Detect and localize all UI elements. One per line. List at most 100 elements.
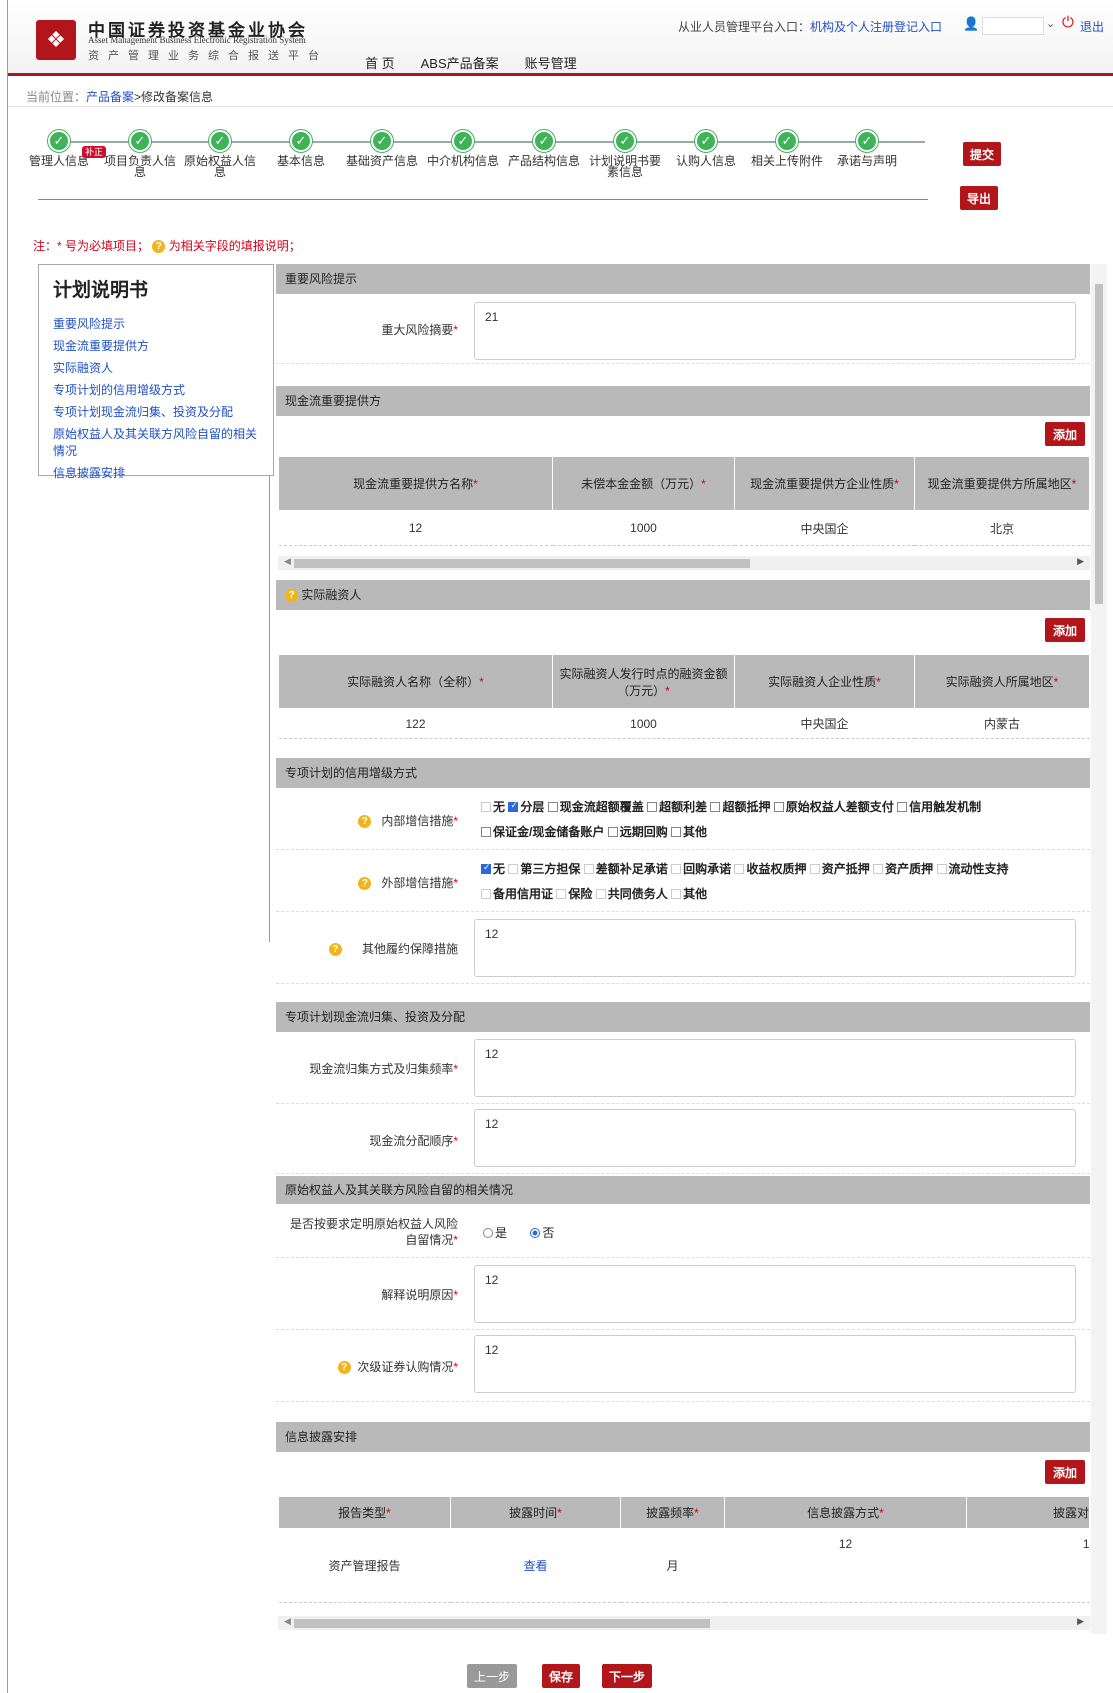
field-label: 是否按要求定明原始权益人风险 自留情况* bbox=[289, 1217, 458, 1247]
user-icon: 👤 bbox=[963, 16, 980, 31]
checkbox[interactable] bbox=[595, 889, 606, 899]
internal-credit-checkboxes: 无 分层 现金流超额覆盖 超额利差 超额抵押 原始权益人差额支付 信用触发机制 bbox=[481, 798, 981, 815]
table-cell: 内蒙古 bbox=[914, 708, 1090, 739]
checkbox[interactable] bbox=[897, 802, 908, 812]
next-button[interactable]: 下一步 bbox=[602, 1664, 652, 1688]
step-label: 承诺与声明 bbox=[836, 154, 897, 168]
help-icon[interactable]: ? bbox=[285, 589, 298, 603]
other-guarantee-input[interactable]: 12 bbox=[474, 919, 1076, 977]
toc-item-cashflow[interactable]: 现金流重要提供方 bbox=[53, 338, 259, 355]
top-entry: 从业人员管理平台入口：机构及个人注册登记入口 bbox=[678, 18, 942, 35]
checkbox[interactable] bbox=[671, 864, 682, 874]
table-row[interactable]: 资产管理报告 查看 月 12 1 bbox=[278, 1528, 1090, 1603]
add-cashflow-button[interactable]: 添加 bbox=[1045, 422, 1085, 446]
step-item[interactable]: ✓ 计划说明书要素信息 bbox=[585, 130, 665, 178]
checkbox[interactable] bbox=[607, 827, 618, 837]
checkbox[interactable] bbox=[936, 864, 947, 874]
checkbox[interactable] bbox=[671, 889, 682, 899]
chevron-down-icon[interactable]: ⌄ bbox=[1046, 17, 1055, 30]
nav-account[interactable]: 账号管理 bbox=[525, 53, 577, 72]
step-item[interactable]: ✓ 承诺与声明 bbox=[827, 130, 907, 167]
page-frame: ❖ 中国证券投资基金业协会 Asset Management Business … bbox=[7, 0, 1113, 1693]
submit-button[interactable]: 提交 bbox=[963, 142, 1001, 166]
radio-yes[interactable] bbox=[483, 1228, 493, 1238]
help-icon[interactable]: ? bbox=[328, 943, 342, 957]
nav-abs-filing[interactable]: ABS产品备案 bbox=[421, 53, 499, 72]
step-item[interactable]: ✓ 基本信息 bbox=[261, 130, 341, 167]
breadcrumb: 当前位置：产品备案>修改备案信息 bbox=[26, 88, 213, 105]
toc-item-flow[interactable]: 专项计划现金流归集、投资及分配 bbox=[53, 404, 259, 421]
radio-no[interactable] bbox=[530, 1228, 541, 1238]
checkbox[interactable] bbox=[873, 864, 884, 874]
checkbox[interactable] bbox=[481, 889, 491, 899]
vertical-scrollbar[interactable] bbox=[1091, 264, 1107, 1634]
toc-item-credit[interactable]: 专项计划的信用增级方式 bbox=[53, 382, 259, 399]
step-item[interactable]: ✓ 原始权益人信息 bbox=[180, 130, 260, 178]
register-link[interactable]: 机构及个人注册登记入口 bbox=[810, 20, 942, 34]
check-icon: ✓ bbox=[614, 130, 636, 152]
checkbox[interactable] bbox=[647, 802, 658, 812]
add-disclosure-button[interactable]: 添加 bbox=[1045, 1460, 1085, 1484]
prev-button[interactable]: 上一步 bbox=[467, 1664, 517, 1688]
toc-item-retention[interactable]: 原始权益人及其关联方风险自留的相关情况 bbox=[53, 426, 259, 460]
step-item[interactable]: ✓ 项目负责人信息 bbox=[100, 130, 180, 178]
help-icon: ? bbox=[152, 240, 166, 254]
checkbox[interactable] bbox=[583, 864, 594, 874]
checkbox[interactable] bbox=[773, 802, 784, 812]
help-icon[interactable]: ? bbox=[337, 1361, 351, 1375]
power-icon[interactable]: ⏻ bbox=[1062, 14, 1074, 31]
step-item[interactable]: ✓ 产品结构信息 bbox=[504, 130, 584, 167]
logout-link[interactable]: 退出 bbox=[1080, 18, 1104, 35]
help-icon[interactable]: ? bbox=[358, 877, 372, 891]
toc-item-financier[interactable]: 实际融资人 bbox=[53, 360, 259, 377]
checkbox[interactable] bbox=[671, 827, 682, 837]
subordinate-input[interactable]: 12 bbox=[474, 1335, 1076, 1393]
checkbox[interactable] bbox=[556, 889, 567, 899]
step-label: 中介机构信息 bbox=[426, 154, 499, 168]
checkbox[interactable] bbox=[710, 802, 721, 812]
field-label: 解释说明原因* bbox=[381, 1288, 458, 1302]
nav-home[interactable]: 首 页 bbox=[365, 53, 395, 72]
toc-item-disclosure[interactable]: 信息披露安排 bbox=[53, 465, 259, 482]
reason-input[interactable]: 12 bbox=[474, 1265, 1076, 1323]
check-icon: ✓ bbox=[48, 130, 70, 152]
add-financier-button[interactable]: 添加 bbox=[1045, 618, 1085, 642]
field-label: ? 内部增信措施* bbox=[358, 812, 458, 829]
step-item[interactable]: ✓ 认购人信息 bbox=[666, 130, 746, 167]
step-label: 相关上传附件 bbox=[750, 154, 823, 168]
collect-method-input[interactable]: 12 bbox=[474, 1039, 1076, 1097]
checkbox[interactable] bbox=[481, 862, 491, 874]
section-risk: 重要风险提示 bbox=[276, 264, 1090, 294]
table-row[interactable]: 122 1000 中央国企 内蒙古 bbox=[278, 708, 1090, 739]
step-item[interactable]: ✓ 相关上传附件 bbox=[747, 130, 827, 167]
check-icon: ✓ bbox=[533, 130, 555, 152]
table-row[interactable]: 12 1000 中央国企 北京 bbox=[278, 510, 1090, 546]
checkbox[interactable] bbox=[734, 864, 745, 874]
section-title: 实际融资人 bbox=[301, 588, 362, 602]
user-dropdown[interactable] bbox=[982, 17, 1044, 35]
step-item[interactable]: ✓ 中介机构信息 bbox=[423, 130, 503, 167]
checkbox[interactable] bbox=[508, 800, 519, 812]
checkbox[interactable] bbox=[481, 827, 491, 837]
help-icon[interactable]: ? bbox=[358, 815, 372, 829]
checkbox[interactable] bbox=[809, 864, 820, 874]
breadcrumb-link[interactable]: 产品备案 bbox=[86, 90, 134, 104]
toc-item-risk[interactable]: 重要风险提示 bbox=[53, 316, 259, 333]
column-header: 未偿本金金额（万元）* bbox=[552, 456, 735, 511]
horizontal-scrollbar[interactable]: ◀ ▶ bbox=[278, 556, 1090, 570]
column-header: 报告类型* bbox=[278, 1496, 451, 1529]
check-icon: ✓ bbox=[290, 130, 312, 152]
checkbox[interactable] bbox=[481, 802, 491, 812]
checkbox[interactable] bbox=[508, 864, 519, 874]
step-label: 项目负责人信息 bbox=[103, 154, 176, 179]
export-button[interactable]: 导出 bbox=[960, 186, 998, 210]
step-item[interactable]: ✓ 基础资产信息 bbox=[342, 130, 422, 167]
step-label: 计划说明书要素信息 bbox=[588, 154, 661, 179]
view-link[interactable]: 查看 bbox=[450, 1528, 621, 1603]
org-english-name: Asset Management Business Electronic Reg… bbox=[88, 35, 306, 45]
save-button[interactable]: 保存 bbox=[542, 1664, 580, 1688]
distribution-order-input[interactable]: 12 bbox=[474, 1109, 1076, 1167]
checkbox[interactable] bbox=[547, 802, 558, 812]
risk-summary-input[interactable]: 21 bbox=[474, 302, 1076, 360]
horizontal-scrollbar[interactable]: ◀ ▶ bbox=[278, 1616, 1090, 1630]
